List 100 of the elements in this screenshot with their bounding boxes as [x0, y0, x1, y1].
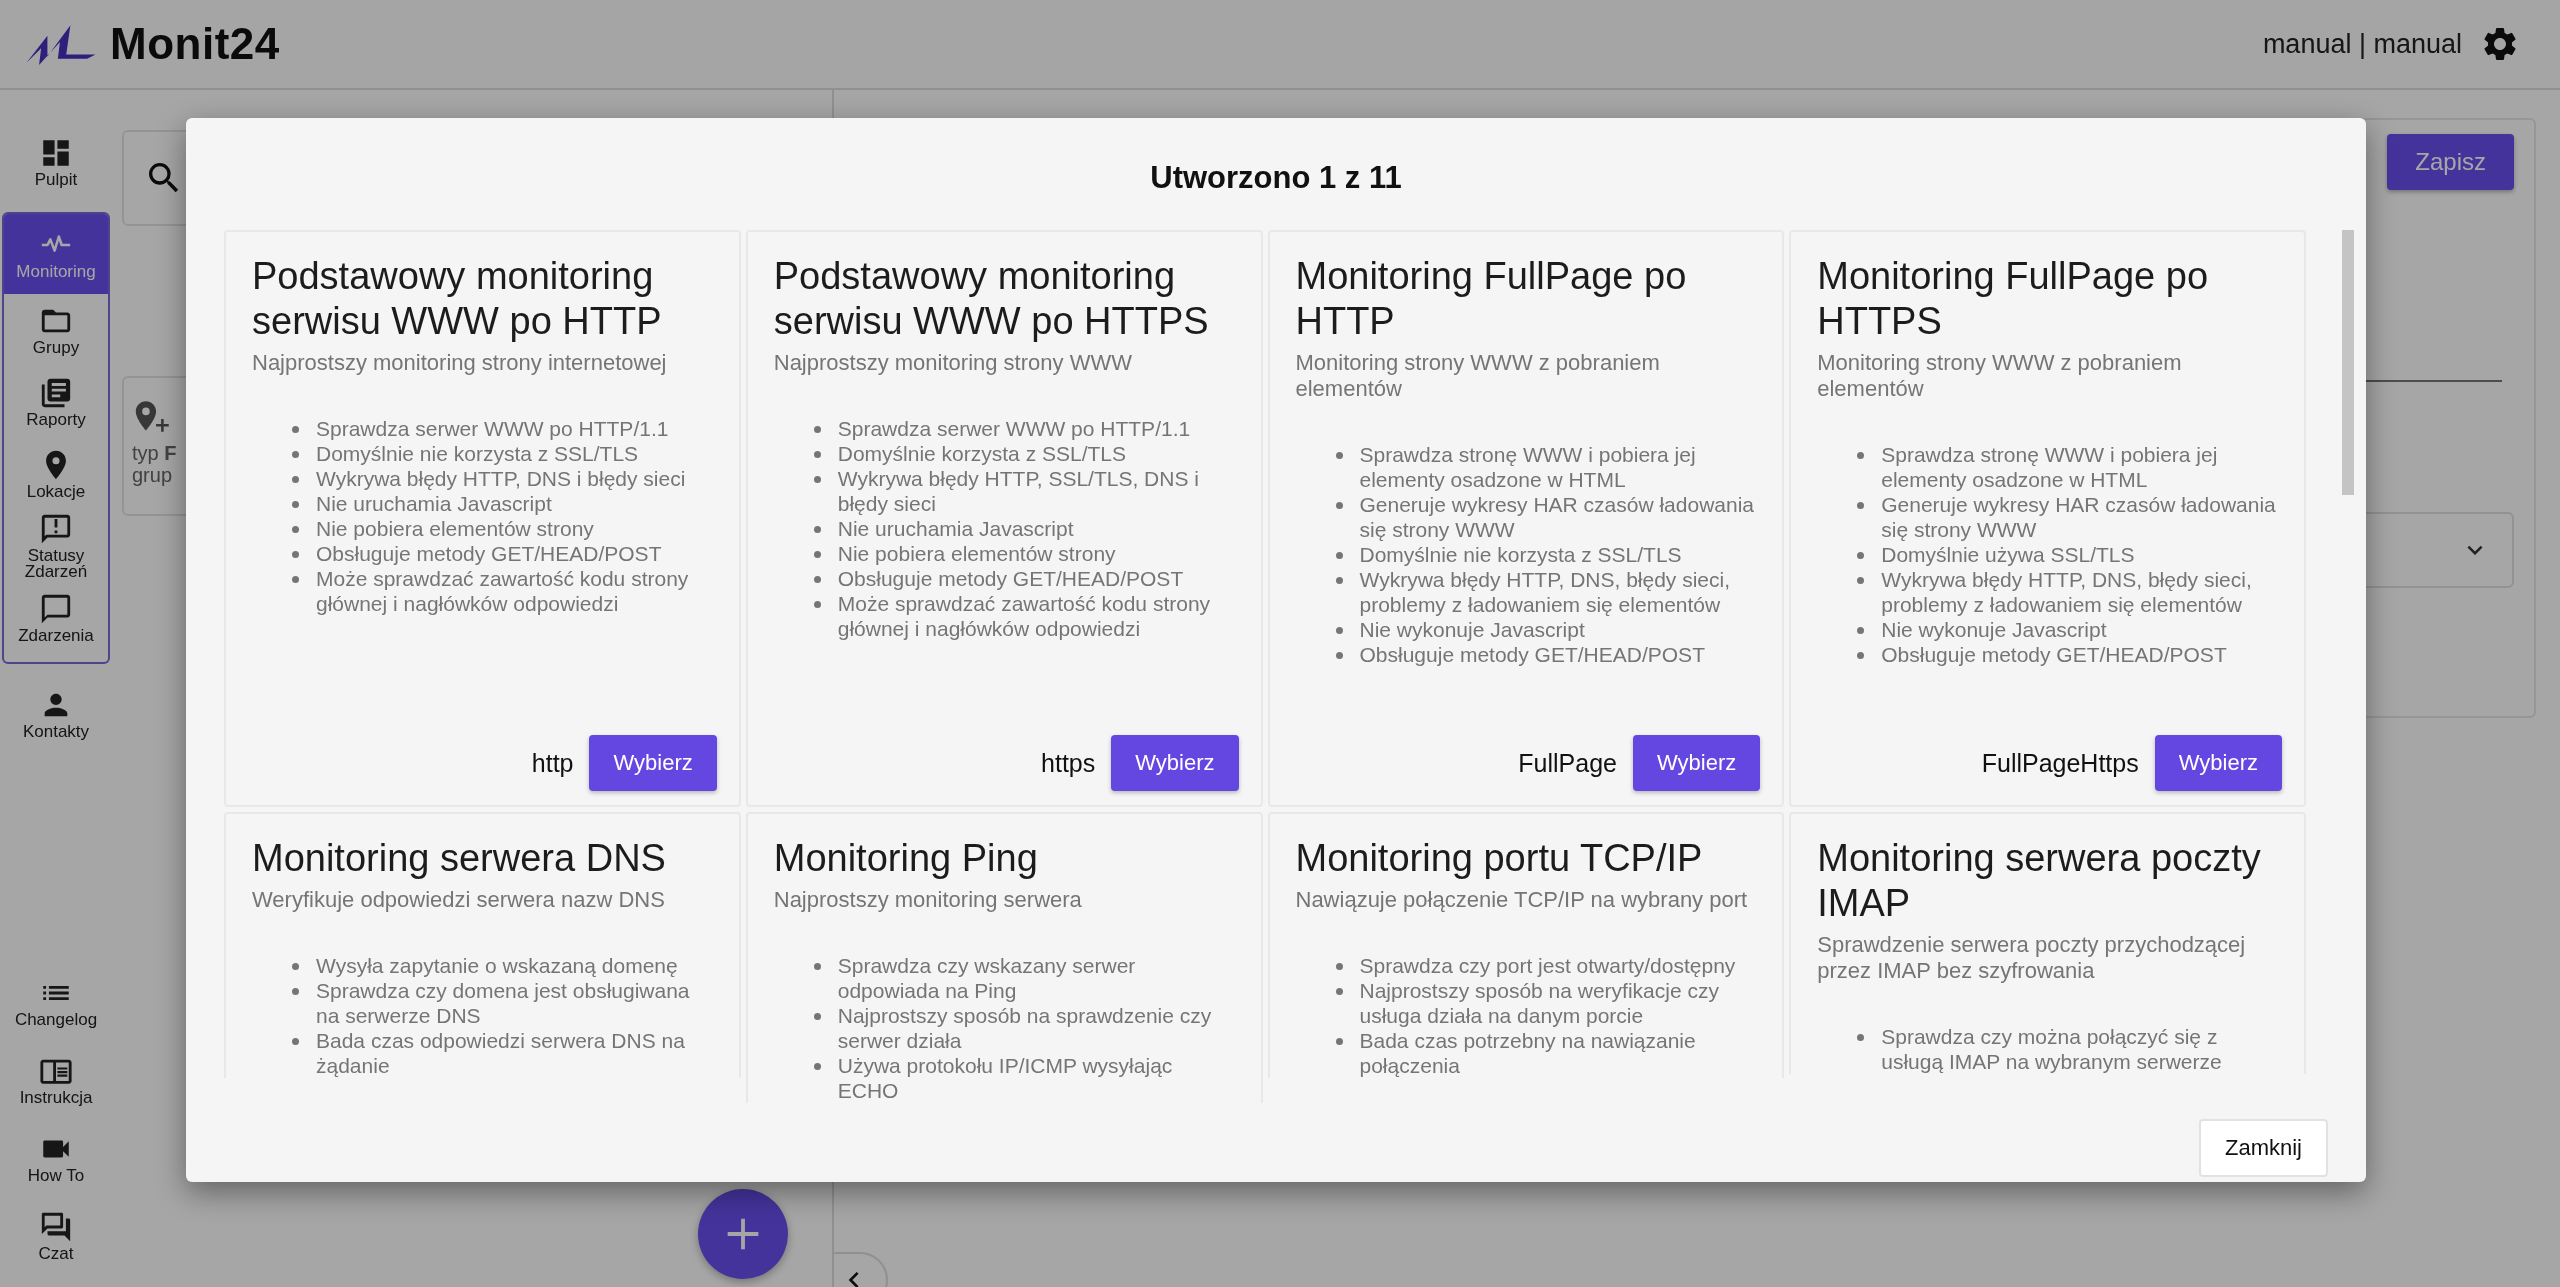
card-subtitle: Najprostszy monitoring strony WWW	[773, 350, 1133, 376]
card-text: grup	[132, 464, 173, 486]
bullet-icon	[1857, 1034, 1865, 1041]
bullet-icon	[813, 476, 821, 483]
add-button[interactable]	[698, 1189, 788, 1279]
feature-item: Wykrywa błędy HTTP, DNS i błędy sieci	[316, 466, 686, 491]
feature-item: Sprawdza serwer WWW po HTTP/1.1	[837, 416, 1191, 441]
feature-item: Wykrywa błędy HTTP, SSL/TLS, DNS i błędy sieci	[837, 466, 1200, 516]
bullet-icon	[813, 526, 821, 533]
feature-item: Nie uruchamia Javascript	[837, 516, 1074, 541]
bullet-icon	[1335, 452, 1343, 459]
bullet-icon	[813, 601, 821, 608]
bullet-icon	[813, 1013, 821, 1020]
card-title: Monitoring serwera poczty IMAP	[1817, 836, 2262, 926]
bullet-icon	[1335, 502, 1343, 509]
nav-item[interactable]: How To	[0, 1119, 112, 1197]
bullet-icon	[292, 551, 299, 558]
select-button[interactable]: Wybierz	[1111, 735, 1239, 791]
bullet-icon	[292, 576, 299, 583]
bullet-icon	[292, 1038, 299, 1045]
bullet-icon	[292, 988, 299, 995]
feature-item: Domyślnie korzysta z SSL/TLS	[837, 441, 1126, 466]
bullet-icon	[292, 501, 299, 508]
bullet-icon	[1335, 552, 1343, 559]
bullet-icon	[813, 963, 821, 970]
bullet-icon	[813, 451, 821, 458]
feature-item: Generuje wykresy HAR czasów ładowania się strony WWW	[1359, 492, 1755, 542]
nav-item[interactable]: Statusy Zdarzeń	[4, 510, 108, 582]
nav-item[interactable]: Kontakty	[0, 678, 112, 750]
select-button[interactable]: Wybierz	[1633, 735, 1761, 791]
feature-item: Wysyła zapytanie o wskazaną domenę	[316, 953, 678, 978]
card-subtitle: Najprostszy monitoring strony internetowej	[252, 350, 668, 376]
card-title: Monitoring Ping	[773, 836, 1039, 881]
feature-item: Wykrywa błędy HTTP, DNS, błędy sieci, problemy z ładowaniem się elementów	[1881, 567, 2253, 617]
card-subtitle: Weryfikuje odpowiedzi serwera nazw DNS	[252, 887, 666, 913]
save-button[interactable]: Zapisz	[2387, 134, 2514, 190]
select-button[interactable]: Wybierz	[589, 735, 717, 791]
bullet-icon	[292, 476, 299, 483]
close-button[interactable]: Zamknij	[2199, 1119, 2328, 1177]
nav-item[interactable]: Raporty	[4, 366, 108, 438]
card-title: Podstawowy monitoring serwisu WWW po HTTP	[252, 254, 663, 344]
nav-item[interactable]: Czat	[0, 1197, 112, 1275]
nav-item[interactable]: Zdarzenia	[4, 582, 108, 654]
nav-item[interactable]: Grupy	[4, 294, 108, 366]
feature-item: Sprawdza stronę WWW i pobiera jej elementy osadzone w HTML	[1881, 442, 2219, 492]
type-label: FullPage	[1518, 748, 1617, 778]
feature-item: Sprawdza czy port jest otwarty/dostępny	[1359, 953, 1736, 978]
bullet-icon	[292, 963, 299, 970]
bullet-icon	[813, 426, 821, 433]
nav-item[interactable]: Pulpit	[0, 126, 112, 198]
feature-item: Generuje wykresy HAR czasów ładowania się strony WWW	[1881, 492, 2277, 542]
card-title: Monitoring FullPage po HTTP	[1295, 254, 1688, 344]
feature-item: Obsługuje metody GET/HEAD/POST	[1359, 642, 1705, 667]
feature-item: Bada czas potrzebny na nawiązanie połączenia	[1359, 1028, 1697, 1078]
type-label: https	[1041, 748, 1096, 778]
bullet-icon	[1857, 452, 1865, 459]
feature-item: Obsługuje metody GET/HEAD/POST	[1881, 642, 2227, 667]
nav-item[interactable]: Lokacje	[4, 438, 108, 510]
user-name: manual | manual	[2262, 28, 2462, 60]
feature-item: Wykrywa błędy HTTP, DNS, błędy sieci, problemy z ładowaniem się elementów	[1359, 567, 1732, 617]
feature-item: Nie wykonuje Javascript	[1881, 617, 2107, 642]
bullet-icon	[813, 551, 821, 558]
feature-item: Nie wykonuje Javascript	[1359, 617, 1585, 642]
feature-item: Obsługuje metody GET/HEAD/POST	[837, 566, 1184, 591]
card-subtitle: Nawiązuje połączenie TCP/IP na wybrany port	[1295, 887, 1749, 913]
feature-item: Domyślnie nie korzysta z SSL/TLS	[1359, 542, 1682, 567]
card-subtitle: Sprawdzenie serwera poczty przychodzącej przez IMAP bez szyfrowania	[1817, 932, 2247, 984]
bullet-icon	[813, 1063, 821, 1070]
feature-item: Nie pobiera elementów strony	[837, 541, 1116, 566]
bullet-icon	[292, 451, 299, 458]
feature-item: Sprawdza czy domena jest obsługiwana na serwerze DNS	[316, 978, 691, 1028]
type-label: http	[531, 748, 574, 778]
select-button[interactable]: Wybierz	[2154, 735, 2282, 791]
feature-item: Sprawdza stronę WWW i pobiera jej elementy osadzone w HTML	[1359, 442, 1697, 492]
nav-item[interactable]: Monitoring	[4, 214, 108, 294]
nav-item[interactable]: Instrukcja	[0, 1041, 112, 1119]
feature-item: Nie pobiera elementów strony	[316, 516, 594, 541]
modal-title: Utworzono 1 z 11	[1149, 159, 1403, 197]
feature-item: Obsługuje metody GET/HEAD/POST	[316, 541, 662, 566]
bullet-icon	[1857, 552, 1865, 559]
feature-item: Może sprawdzać zawartość kodu strony głównej i nagłówków odpowiedzi	[316, 566, 690, 616]
feature-item: Sprawdza serwer WWW po HTTP/1.1	[316, 416, 669, 441]
card-title: Monitoring serwera DNS	[252, 836, 667, 881]
feature-item: Nie uruchamia Javascript	[316, 491, 552, 516]
feature-item: Sprawdza czy można połączyć się z usługą IMAP na wybranym serwerze	[1881, 1024, 2223, 1074]
bullet-icon	[1335, 577, 1343, 584]
bullet-icon	[1857, 627, 1865, 634]
bullet-icon	[1335, 963, 1343, 970]
card-title: Monitoring portu TCP/IP	[1295, 836, 1704, 881]
nav-item[interactable]: Changelog	[0, 963, 112, 1041]
feature-item: Bada czas odpowiedzi serwera DNS na żądanie	[316, 1028, 686, 1078]
feature-item: Najprostszy sposób na sprawdzenie czy serwer działa	[837, 1003, 1213, 1053]
type-label: FullPageHttps	[1981, 748, 2139, 778]
feature-item: Używa protokołu IP/ICMP wysyłając ECHO	[837, 1053, 1174, 1103]
scrollbar-thumb[interactable]	[2342, 230, 2354, 495]
card-subtitle: Monitoring strony WWW z pobraniem elementów	[1295, 350, 1661, 402]
card-subtitle: Najprostszy monitoring serwera	[773, 887, 1083, 913]
logo-text: Monit24	[110, 19, 280, 69]
bullet-icon	[292, 426, 299, 433]
feature-item: Domyślnie używa SSL/TLS	[1881, 542, 2135, 567]
